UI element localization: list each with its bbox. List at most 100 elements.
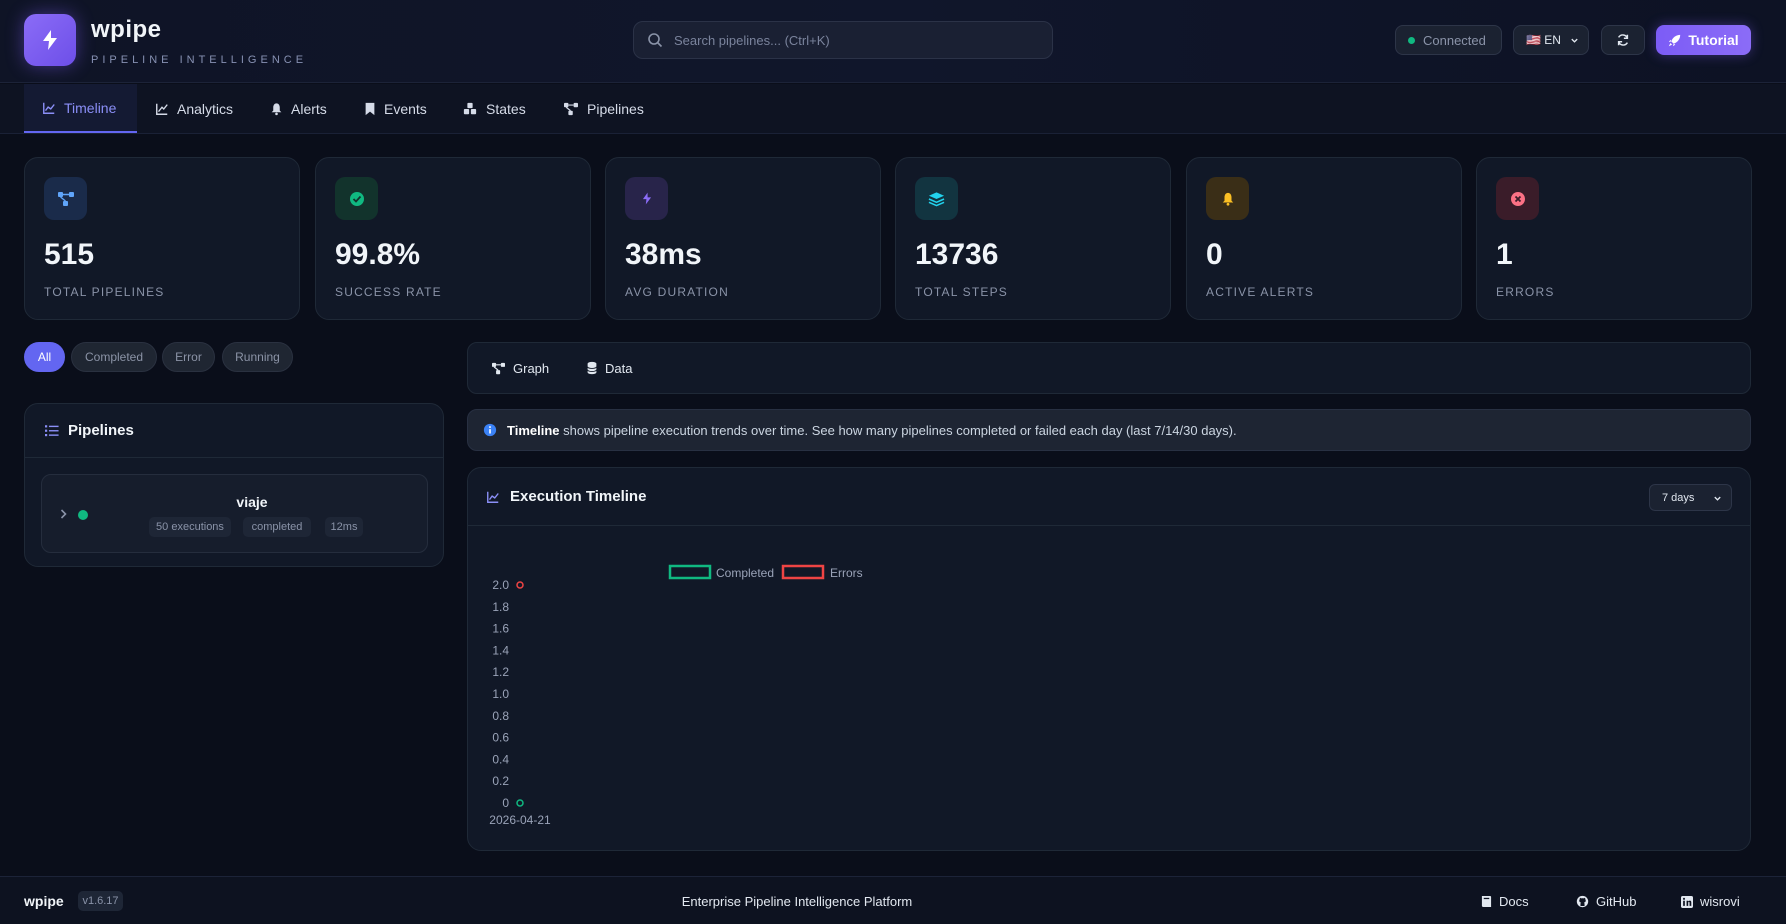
legend-label-errors: Errors — [830, 566, 863, 580]
bookmark-icon — [365, 102, 375, 115]
y-tick-label: 0.4 — [492, 752, 509, 766]
logo[interactable] — [24, 14, 76, 66]
main-nav: Timeline Analytics Alerts Events States … — [0, 84, 1786, 134]
tutorial-button[interactable]: Tutorial — [1656, 25, 1751, 55]
list-icon — [45, 425, 59, 437]
refresh-button[interactable] — [1601, 25, 1645, 55]
network-icon — [57, 191, 74, 206]
stat-value: 1 — [1496, 238, 1513, 271]
pipeline-icon — [564, 102, 578, 115]
app-footer: wpipe v1.6.17 Enterprise Pipeline Intell… — [0, 876, 1786, 924]
data-view-button[interactable]: Data — [586, 343, 632, 393]
tutorial-label: Tutorial — [1688, 32, 1739, 48]
docs-label: Docs — [1499, 894, 1529, 909]
chevron-down-icon — [1714, 496, 1721, 501]
database-icon — [587, 361, 597, 375]
filter-completed[interactable]: Completed — [71, 342, 157, 372]
y-tick-label: 0.6 — [492, 731, 509, 745]
execution-timeline-card: Execution Timeline 7 days 0 0.2 0.4 0.6 0.8 1… — [467, 467, 1751, 851]
pipelines-panel-header: Pipelines — [25, 404, 443, 458]
line-chart-icon — [487, 491, 499, 503]
tab-timeline-label: Timeline — [64, 99, 117, 116]
view-toggle: Graph Data — [467, 342, 1751, 394]
status-badge: completed — [243, 517, 311, 537]
github-link[interactable]: GitHub — [1576, 894, 1636, 909]
filter-running[interactable]: Running — [222, 342, 293, 372]
stat-value: 13736 — [915, 238, 999, 271]
stat-card-avg-duration: 38ms AVG DURATION — [605, 157, 881, 320]
y-tick-label: 1.0 — [492, 687, 509, 701]
bell-icon — [1222, 192, 1233, 206]
tab-events[interactable]: Events — [346, 84, 445, 133]
stat-value: 0 — [1206, 238, 1223, 271]
tab-pipelines-label: Pipelines — [587, 100, 644, 117]
github-icon — [1576, 895, 1589, 908]
status-dot-icon — [1408, 36, 1415, 44]
stat-icon-box — [1206, 177, 1249, 220]
book-icon — [1481, 896, 1492, 907]
brand-tagline: PIPELINE INTELLIGENCE — [91, 54, 308, 66]
rocket-icon — [1669, 34, 1681, 46]
pipelines-panel: Pipelines viaje 50 executions completed … — [24, 403, 444, 567]
search-box[interactable] — [633, 21, 1053, 59]
bolt-icon — [43, 30, 57, 50]
stat-label: AVG DURATION — [625, 285, 729, 299]
cubes-icon — [463, 102, 477, 114]
filter-all[interactable]: All — [24, 342, 65, 372]
tab-states-label: States — [486, 100, 526, 117]
tab-alerts[interactable]: Alerts — [252, 84, 345, 133]
bell-icon — [271, 102, 282, 115]
layers-icon — [928, 191, 945, 206]
range-select-value: 7 days — [1662, 491, 1695, 504]
footer-tagline: Enterprise Pipeline Intelligence Platfor… — [681, 894, 913, 909]
duration-badge: 12ms — [325, 517, 363, 537]
language-select[interactable]: 🇺🇸 EN — [1513, 25, 1589, 55]
connection-status: Connected — [1395, 25, 1502, 55]
tab-events-label: Events — [384, 100, 427, 117]
bolt-icon — [642, 192, 651, 205]
tab-timeline[interactable]: Timeline — [24, 84, 137, 133]
stat-card-success-rate: 99.8% SUCCESS RATE — [315, 157, 591, 320]
docs-link[interactable]: Docs — [1481, 894, 1529, 909]
tab-analytics-label: Analytics — [177, 100, 234, 117]
chevron-down-icon — [1571, 38, 1578, 43]
stat-label: TOTAL PIPELINES — [44, 285, 165, 299]
search-icon — [648, 33, 663, 48]
list-item[interactable]: viaje 50 executions completed 12ms — [41, 474, 428, 553]
y-tick-label: 0 — [502, 796, 509, 810]
search-input[interactable] — [674, 22, 1044, 58]
author-link[interactable]: wisrovi — [1681, 894, 1740, 909]
check-circle-icon — [349, 191, 364, 206]
data-view-label: Data — [605, 360, 633, 376]
trend-chart-icon — [156, 103, 168, 115]
range-select[interactable]: 7 days — [1649, 484, 1732, 511]
legend-swatch-completed — [668, 564, 712, 580]
executions-badge: 50 executions — [149, 517, 231, 537]
stat-icon-box — [625, 177, 668, 220]
author-label: wisrovi — [1700, 894, 1740, 909]
refresh-icon — [1617, 34, 1629, 46]
stat-icon-box — [915, 177, 958, 220]
stat-icon-box — [1496, 177, 1539, 220]
stat-label: ACTIVE ALERTS — [1206, 285, 1315, 299]
y-tick-label: 2.0 — [492, 578, 509, 592]
info-body: shows pipeline execution trends over tim… — [559, 422, 1237, 438]
stat-value: 99.8% — [335, 238, 421, 271]
line-chart-icon — [43, 102, 55, 114]
graph-view-button[interactable]: Graph — [491, 343, 549, 393]
timeline-header: Execution Timeline — [468, 468, 1750, 526]
status-dot-icon — [78, 510, 88, 520]
stat-label: SUCCESS RATE — [335, 285, 442, 299]
tab-states[interactable]: States — [444, 84, 544, 133]
pipeline-name: viaje — [236, 494, 268, 510]
filter-error[interactable]: Error — [162, 342, 215, 372]
stat-label: TOTAL STEPS — [915, 285, 1008, 299]
tab-analytics[interactable]: Analytics — [137, 84, 251, 133]
app-header: wpipe PIPELINE INTELLIGENCE Connected 🇺🇸… — [0, 0, 1786, 83]
brand-name: wpipe — [91, 16, 162, 43]
stat-card-total-pipelines: 515 TOTAL PIPELINES — [24, 157, 300, 320]
stat-card-active-alerts: 0 ACTIVE ALERTS — [1186, 157, 1462, 320]
y-tick-label: 1.6 — [492, 622, 509, 636]
tab-pipelines[interactable]: Pipelines — [545, 84, 662, 133]
stat-icon-box — [335, 177, 378, 220]
